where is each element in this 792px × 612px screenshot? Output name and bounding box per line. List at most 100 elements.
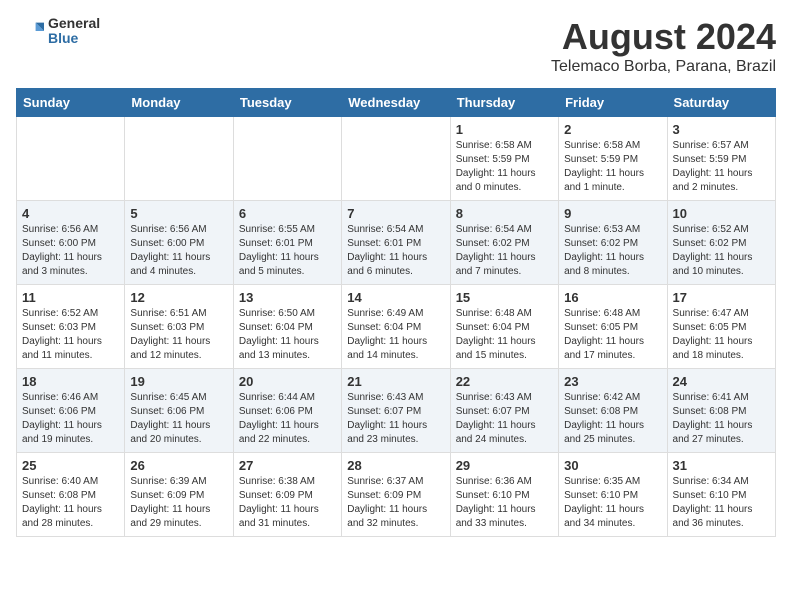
calendar-cell: 19Sunrise: 6:45 AM Sunset: 6:06 PM Dayli…	[125, 369, 233, 453]
day-number: 10	[673, 206, 770, 221]
day-info: Sunrise: 6:49 AM Sunset: 6:04 PM Dayligh…	[347, 307, 444, 363]
calendar-cell: 15 Sunrise: 6:48 AM Sunset: 6:04 PM Dayli…	[450, 285, 558, 369]
day-info: Sunrise: 6:48 AM Sunset: 6:04 PM Dayligh…	[456, 307, 553, 363]
calendar-cell: 2 Sunrise: 6:58 AM Sunset: 5:59 PM Daylig…	[559, 117, 667, 201]
calendar-cell	[342, 117, 450, 201]
calendar-cell	[125, 117, 233, 201]
calendar-cell: 27 Sunrise: 6:38 AM Sunset: 6:09 PM Dayli…	[233, 453, 341, 537]
calendar-cell: 25 Sunrise: 6:40 AM Sunset: 6:08 PM Dayli…	[17, 453, 125, 537]
calendar-cell: 6Sunrise: 6:55 AM Sunset: 6:01 PM Daylig…	[233, 201, 341, 285]
day-number: 4	[22, 206, 119, 221]
day-info: Sunrise: 6:57 AM Sunset: 5:59 PM Dayligh…	[673, 139, 770, 195]
day-number: 16	[564, 290, 661, 305]
logo: General Blue	[16, 16, 100, 47]
day-number: 29	[456, 458, 553, 473]
day-number: 31	[673, 458, 770, 473]
title-block: August 2024 Telemaco Borba, Parana, Braz…	[551, 16, 776, 76]
day-number: 12	[130, 290, 227, 305]
calendar-cell: 17 Sunrise: 6:47 AM Sunset: 6:05 PM Dayli…	[667, 285, 775, 369]
day-info: Sunrise: 6:38 AM Sunset: 6:09 PM Dayligh…	[239, 475, 336, 531]
day-number: 3	[673, 122, 770, 137]
day-info: Sunrise: 6:35 AM Sunset: 6:10 PM Dayligh…	[564, 475, 661, 531]
week-row-4: 18 Sunrise: 6:46 AM Sunset: 6:06 PM Dayli…	[17, 369, 776, 453]
header-day-thursday: Thursday	[450, 89, 558, 117]
day-info: Sunrise: 6:56 AM Sunset: 6:00 PM Dayligh…	[130, 223, 227, 279]
day-info: Sunrise: 6:45 AM Sunset: 6:06 PM Dayligh…	[130, 391, 227, 447]
day-info: Sunrise: 6:43 AM Sunset: 6:07 PM Dayligh…	[347, 391, 444, 447]
calendar-cell	[17, 117, 125, 201]
day-number: 24	[673, 374, 770, 389]
day-info: Sunrise: 6:55 AM Sunset: 6:01 PM Dayligh…	[239, 223, 336, 279]
calendar-subtitle: Telemaco Borba, Parana, Brazil	[551, 58, 776, 76]
day-number: 9	[564, 206, 661, 221]
day-info: Sunrise: 6:48 AM Sunset: 6:05 PM Dayligh…	[564, 307, 661, 363]
calendar-body: 1Sunrise: 6:58 AM Sunset: 5:59 PM Daylig…	[17, 117, 776, 537]
calendar-cell: 28 Sunrise: 6:37 AM Sunset: 6:09 PM Dayli…	[342, 453, 450, 537]
day-info: Sunrise: 6:34 AM Sunset: 6:10 PM Dayligh…	[673, 475, 770, 531]
calendar-cell: 29 Sunrise: 6:36 AM Sunset: 6:10 PM Dayli…	[450, 453, 558, 537]
day-info: Sunrise: 6:41 AM Sunset: 6:08 PM Dayligh…	[673, 391, 770, 447]
calendar-cell: 31 Sunrise: 6:34 AM Sunset: 6:10 PM Dayli…	[667, 453, 775, 537]
day-info: Sunrise: 6:50 AM Sunset: 6:04 PM Dayligh…	[239, 307, 336, 363]
week-row-1: 1Sunrise: 6:58 AM Sunset: 5:59 PM Daylig…	[17, 117, 776, 201]
day-info: Sunrise: 6:44 AM Sunset: 6:06 PM Dayligh…	[239, 391, 336, 447]
day-number: 5	[130, 206, 227, 221]
calendar-cell: 11Sunrise: 6:52 AM Sunset: 6:03 PM Dayli…	[17, 285, 125, 369]
day-info: Sunrise: 6:40 AM Sunset: 6:08 PM Dayligh…	[22, 475, 119, 531]
day-info: Sunrise: 6:36 AM Sunset: 6:10 PM Dayligh…	[456, 475, 553, 531]
calendar-cell: 14 Sunrise: 6:49 AM Sunset: 6:04 PM Dayli…	[342, 285, 450, 369]
day-number: 18	[22, 374, 119, 389]
calendar-cell: 3 Sunrise: 6:57 AM Sunset: 5:59 PM Daylig…	[667, 117, 775, 201]
day-info: Sunrise: 6:47 AM Sunset: 6:05 PM Dayligh…	[673, 307, 770, 363]
day-number: 15	[456, 290, 553, 305]
day-number: 7	[347, 206, 444, 221]
day-info: Sunrise: 6:52 AM Sunset: 6:03 PM Dayligh…	[22, 307, 119, 363]
calendar-cell	[233, 117, 341, 201]
day-info: Sunrise: 6:53 AM Sunset: 6:02 PM Dayligh…	[564, 223, 661, 279]
logo-blue-text: Blue	[48, 31, 100, 46]
day-number: 14	[347, 290, 444, 305]
day-info: Sunrise: 6:37 AM Sunset: 6:09 PM Dayligh…	[347, 475, 444, 531]
day-number: 13	[239, 290, 336, 305]
calendar-cell: 23Sunrise: 6:42 AM Sunset: 6:08 PM Dayli…	[559, 369, 667, 453]
header-day-friday: Friday	[559, 89, 667, 117]
header-day-tuesday: Tuesday	[233, 89, 341, 117]
calendar-cell: 26 Sunrise: 6:39 AM Sunset: 6:09 PM Dayli…	[125, 453, 233, 537]
calendar-cell: 20 Sunrise: 6:44 AM Sunset: 6:06 PM Dayli…	[233, 369, 341, 453]
calendar-cell: 1Sunrise: 6:58 AM Sunset: 5:59 PM Daylig…	[450, 117, 558, 201]
day-info: Sunrise: 6:54 AM Sunset: 6:02 PM Dayligh…	[456, 223, 553, 279]
day-number: 27	[239, 458, 336, 473]
day-number: 25	[22, 458, 119, 473]
calendar-cell: 10 Sunrise: 6:52 AM Sunset: 6:02 PM Dayli…	[667, 201, 775, 285]
calendar-header: SundayMondayTuesdayWednesdayThursdayFrid…	[17, 89, 776, 117]
logo-general-text: General	[48, 16, 100, 31]
day-number: 8	[456, 206, 553, 221]
day-number: 21	[347, 374, 444, 389]
page-header: General Blue August 2024 Telemaco Borba,…	[16, 16, 776, 76]
calendar-cell: 13 Sunrise: 6:50 AM Sunset: 6:04 PM Dayli…	[233, 285, 341, 369]
header-day-sunday: Sunday	[17, 89, 125, 117]
day-info: Sunrise: 6:51 AM Sunset: 6:03 PM Dayligh…	[130, 307, 227, 363]
day-number: 28	[347, 458, 444, 473]
day-number: 26	[130, 458, 227, 473]
day-number: 2	[564, 122, 661, 137]
calendar-table: SundayMondayTuesdayWednesdayThursdayFrid…	[16, 88, 776, 537]
day-number: 17	[673, 290, 770, 305]
calendar-cell: 30Sunrise: 6:35 AM Sunset: 6:10 PM Dayli…	[559, 453, 667, 537]
header-day-wednesday: Wednesday	[342, 89, 450, 117]
calendar-cell: 24 Sunrise: 6:41 AM Sunset: 6:08 PM Dayli…	[667, 369, 775, 453]
calendar-cell: 18 Sunrise: 6:46 AM Sunset: 6:06 PM Dayli…	[17, 369, 125, 453]
calendar-cell: 9 Sunrise: 6:53 AM Sunset: 6:02 PM Daylig…	[559, 201, 667, 285]
week-row-3: 11Sunrise: 6:52 AM Sunset: 6:03 PM Dayli…	[17, 285, 776, 369]
calendar-title: August 2024	[551, 16, 776, 58]
day-number: 20	[239, 374, 336, 389]
logo-icon	[16, 17, 44, 45]
calendar-cell: 4Sunrise: 6:56 AM Sunset: 6:00 PM Daylig…	[17, 201, 125, 285]
day-info: Sunrise: 6:58 AM Sunset: 5:59 PM Dayligh…	[564, 139, 661, 195]
day-info: Sunrise: 6:43 AM Sunset: 6:07 PM Dayligh…	[456, 391, 553, 447]
day-info: Sunrise: 6:52 AM Sunset: 6:02 PM Dayligh…	[673, 223, 770, 279]
calendar-cell: 22Sunrise: 6:43 AM Sunset: 6:07 PM Dayli…	[450, 369, 558, 453]
day-info: Sunrise: 6:39 AM Sunset: 6:09 PM Dayligh…	[130, 475, 227, 531]
day-info: Sunrise: 6:46 AM Sunset: 6:06 PM Dayligh…	[22, 391, 119, 447]
day-info: Sunrise: 6:58 AM Sunset: 5:59 PM Dayligh…	[456, 139, 553, 195]
